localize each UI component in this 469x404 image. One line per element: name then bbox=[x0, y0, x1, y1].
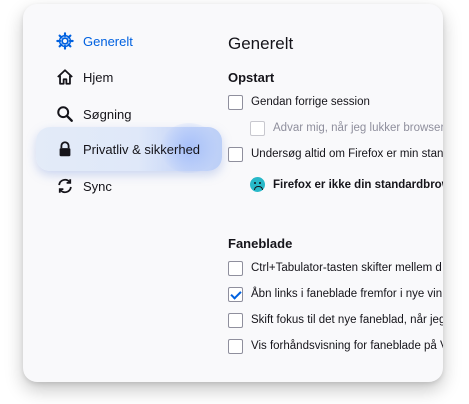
ctrl-tab-checkbox[interactable] bbox=[228, 260, 243, 276]
sidebar-item-search[interactable]: Søgning bbox=[35, 97, 211, 131]
switch-focus-checkbox[interactable] bbox=[228, 312, 243, 328]
page-title: Generelt bbox=[228, 34, 294, 53]
tabs-heading: Faneblade bbox=[228, 236, 293, 251]
main-content: Generelt Opstart Gendan forrige session … bbox=[228, 4, 443, 382]
restore-session-label: Gendan forrige session bbox=[251, 96, 370, 108]
search-icon bbox=[55, 104, 75, 124]
ctrl-tab-checkbox-row[interactable]: Ctrl+Tabulator-tasten skifter mellem d bbox=[228, 258, 442, 278]
tab-previews-checkbox[interactable] bbox=[228, 338, 243, 354]
tab-previews-checkbox-row[interactable]: Vis forhåndsvisning for faneblade på V bbox=[228, 336, 443, 356]
sidebar-item-privacy[interactable]: Privatliv & sikkerhed bbox=[35, 132, 211, 166]
lock-icon bbox=[55, 139, 75, 159]
sidebar: Generelt Hjem Søgning Privatliv & sikker… bbox=[23, 4, 222, 382]
startup-heading: Opstart bbox=[228, 70, 275, 85]
restore-session-checkbox-row[interactable]: Gendan forrige session bbox=[228, 92, 370, 112]
sync-icon bbox=[55, 176, 75, 196]
open-links-checkbox-row[interactable]: Åbn links i faneblade fremfor i nye vin bbox=[228, 284, 442, 304]
sidebar-item-label: Privatliv & sikkerhed bbox=[83, 141, 201, 157]
sidebar-item-home[interactable]: Hjem bbox=[35, 60, 211, 94]
switch-focus-label: Skift fokus til det nye faneblad, når je… bbox=[251, 314, 443, 326]
restore-session-checkbox[interactable] bbox=[228, 94, 243, 110]
home-icon bbox=[55, 67, 75, 87]
open-links-checkbox[interactable] bbox=[228, 286, 243, 302]
open-links-label: Åbn links i faneblade fremfor i nye vin bbox=[251, 288, 443, 300]
warn-on-close-checkbox-row[interactable]: Advar mig, når jeg lukker browser bbox=[250, 118, 443, 138]
sidebar-item-label: Generelt bbox=[83, 33, 133, 49]
sad-face-icon bbox=[250, 177, 265, 192]
default-browser-warning: Firefox er ikke din standardbrow bbox=[250, 177, 443, 192]
switch-focus-checkbox-row[interactable]: Skift fokus til det nye faneblad, når je… bbox=[228, 310, 443, 330]
preferences-window: Generelt Hjem Søgning Privatliv & sikker… bbox=[23, 4, 443, 382]
gear-icon bbox=[55, 31, 75, 51]
check-default-label: Undersøg altid om Firefox er min stan bbox=[251, 148, 443, 160]
sidebar-item-sync[interactable]: Sync bbox=[35, 169, 211, 203]
sidebar-item-general[interactable]: Generelt bbox=[35, 24, 211, 58]
check-default-checkbox[interactable] bbox=[228, 146, 243, 162]
warn-on-close-label: Advar mig, når jeg lukker browser bbox=[273, 122, 443, 134]
check-default-checkbox-row[interactable]: Undersøg altid om Firefox er min stan bbox=[228, 144, 443, 164]
default-browser-warning-text: Firefox er ikke din standardbrow bbox=[273, 178, 443, 191]
sidebar-item-label: Hjem bbox=[83, 69, 114, 85]
sidebar-item-label: Søgning bbox=[83, 106, 132, 122]
warn-on-close-checkbox[interactable] bbox=[250, 120, 265, 136]
tab-previews-label: Vis forhåndsvisning for faneblade på V bbox=[251, 340, 443, 352]
ctrl-tab-label: Ctrl+Tabulator-tasten skifter mellem d bbox=[251, 262, 442, 274]
sidebar-item-label: Sync bbox=[83, 178, 112, 194]
